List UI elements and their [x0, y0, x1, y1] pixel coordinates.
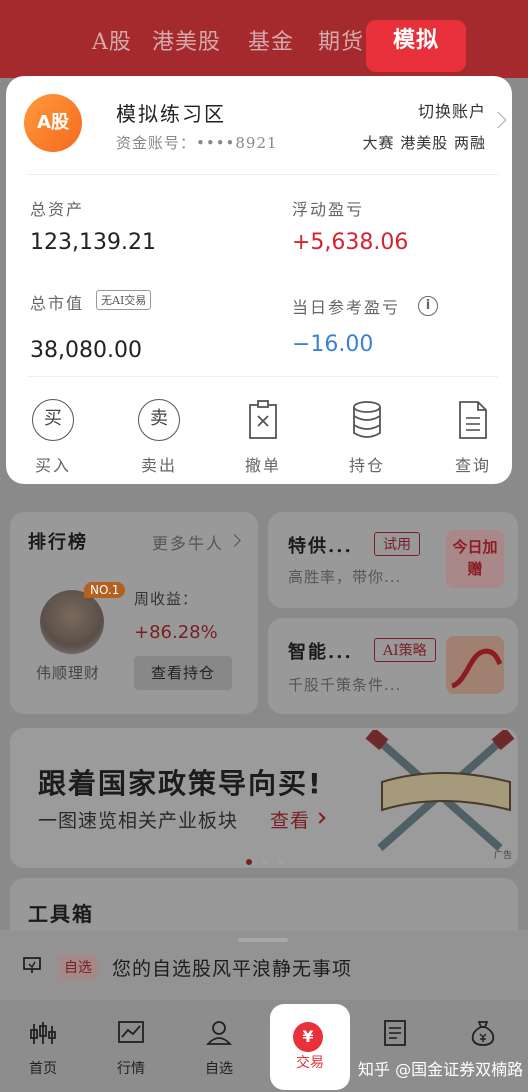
- tab-market[interactable]: 行情: [96, 1020, 166, 1078]
- divider: [28, 174, 498, 175]
- feature-title: 特供...: [288, 536, 353, 557]
- action-label: 持仓: [348, 456, 385, 475]
- tab-watchlist[interactable]: 自选: [184, 1020, 254, 1078]
- top-tab-bar: A股 港美股 基金 期货 模拟: [0, 0, 528, 78]
- notice-text: 您的自选股风平浪静无事项: [112, 958, 353, 980]
- tab-futures[interactable]: 期货: [318, 24, 364, 56]
- ai-strategy-image: [446, 636, 504, 694]
- float-pl-value: +5,638.06: [292, 230, 409, 255]
- cancel-order-button[interactable]: 撤单: [228, 398, 298, 476]
- chevron-right-icon: [489, 111, 507, 129]
- candlestick-icon: [30, 1022, 56, 1044]
- action-label: 查询: [454, 456, 491, 475]
- drag-handle[interactable]: [238, 938, 288, 942]
- crossed-swords-illustration: [360, 727, 520, 860]
- tab-label: 交易: [296, 1055, 324, 1071]
- tab-a-shares[interactable]: A股: [92, 24, 132, 56]
- query-icon: [459, 401, 487, 439]
- feature-sub: 高胜率，带你...: [288, 568, 402, 586]
- sell-icon: 卖: [138, 399, 180, 441]
- tab-label: 行情: [117, 1061, 145, 1077]
- tab-label: 自选: [205, 1061, 233, 1077]
- query-button[interactable]: 查询: [438, 398, 508, 476]
- user-icon: [205, 1021, 233, 1045]
- rank-badge: NO.1: [84, 582, 126, 598]
- action-label: 买入: [34, 456, 71, 475]
- account-number: 资金账号：••••8921: [116, 134, 278, 152]
- yuan-icon: ¥: [293, 1022, 323, 1052]
- float-pl-label: 浮动盈亏: [292, 200, 365, 219]
- more-experts-link[interactable]: 更多牛人: [152, 530, 224, 554]
- no-ai-trade-badge: 无AI交易: [96, 290, 152, 310]
- watermark: 知乎 @国金证券双楠路: [358, 1060, 524, 1079]
- watchlist-tag: 自选: [58, 955, 98, 979]
- feature-title: 智能...: [288, 642, 353, 663]
- news-icon: [384, 1020, 406, 1046]
- tab-simulation[interactable]: 模拟: [366, 20, 466, 72]
- week-return-label: 周收益：: [134, 590, 199, 608]
- holdings-button[interactable]: 持仓: [332, 398, 402, 476]
- daily-pl-label: 当日参考盈亏: [292, 298, 401, 317]
- tab-hk-us[interactable]: 港美股: [152, 24, 221, 56]
- monitor-icon: [22, 956, 42, 976]
- switch-account-button[interactable]: 切换账户: [418, 98, 486, 122]
- gift-badge: 今日加赠: [446, 530, 504, 588]
- chart-icon: [118, 1021, 144, 1043]
- ranking-title: 排行榜: [28, 532, 88, 553]
- sell-button[interactable]: 卖 卖出: [124, 398, 194, 476]
- view-holdings-button[interactable]: 查看持仓: [134, 656, 232, 690]
- account-avatar: A股: [24, 94, 82, 152]
- ad-label: 广告: [494, 851, 513, 861]
- feature-sub: 千股千策条件...: [288, 676, 402, 694]
- banner-subtitle: 一图速览相关产业板块: [38, 810, 239, 832]
- buy-button[interactable]: 买 买入: [18, 398, 88, 476]
- cancel-order-icon: [249, 400, 277, 439]
- toolbox-title: 工具箱: [28, 902, 94, 926]
- info-icon[interactable]: i: [418, 296, 438, 316]
- market-value-label: 总市值: [30, 294, 85, 313]
- banner-view-link[interactable]: 查看: [270, 806, 310, 833]
- action-label: 卖出: [140, 456, 177, 475]
- avatar[interactable]: [40, 590, 104, 654]
- trial-tag: 试用: [374, 532, 420, 556]
- total-assets-value: 123,139.21: [30, 230, 156, 255]
- daily-pl-value: −16.00: [292, 332, 374, 357]
- tab-fund[interactable]: 基金: [248, 24, 294, 56]
- trader-name: 伟顺理财: [36, 664, 101, 682]
- total-assets-label: 总资产: [30, 200, 85, 219]
- tab-news[interactable]: [360, 1020, 430, 1050]
- tab-home[interactable]: 首页: [8, 1020, 78, 1078]
- market-value: 38,080.00: [30, 338, 142, 363]
- banner-title: 跟着国家政策导向买!: [38, 767, 323, 800]
- account-types[interactable]: 大赛 港美股 两融: [362, 132, 486, 153]
- week-return-value: +86.28%: [134, 622, 218, 643]
- divider: [28, 376, 498, 377]
- tab-label: 首页: [29, 1061, 57, 1077]
- account-title: 模拟练习区: [116, 102, 226, 126]
- tab-wealth[interactable]: [448, 1020, 518, 1050]
- buy-icon: 买: [32, 399, 74, 441]
- money-bag-icon: [471, 1021, 495, 1046]
- account-card: A股 模拟练习区 资金账号：••••8921 切换账户 大赛 港美股 两融 总资…: [6, 76, 512, 484]
- action-label: 撤单: [244, 456, 281, 475]
- holdings-icon: [353, 401, 381, 438]
- ai-strategy-tag: AI策略: [374, 638, 436, 662]
- carousel-dots: [246, 850, 294, 869]
